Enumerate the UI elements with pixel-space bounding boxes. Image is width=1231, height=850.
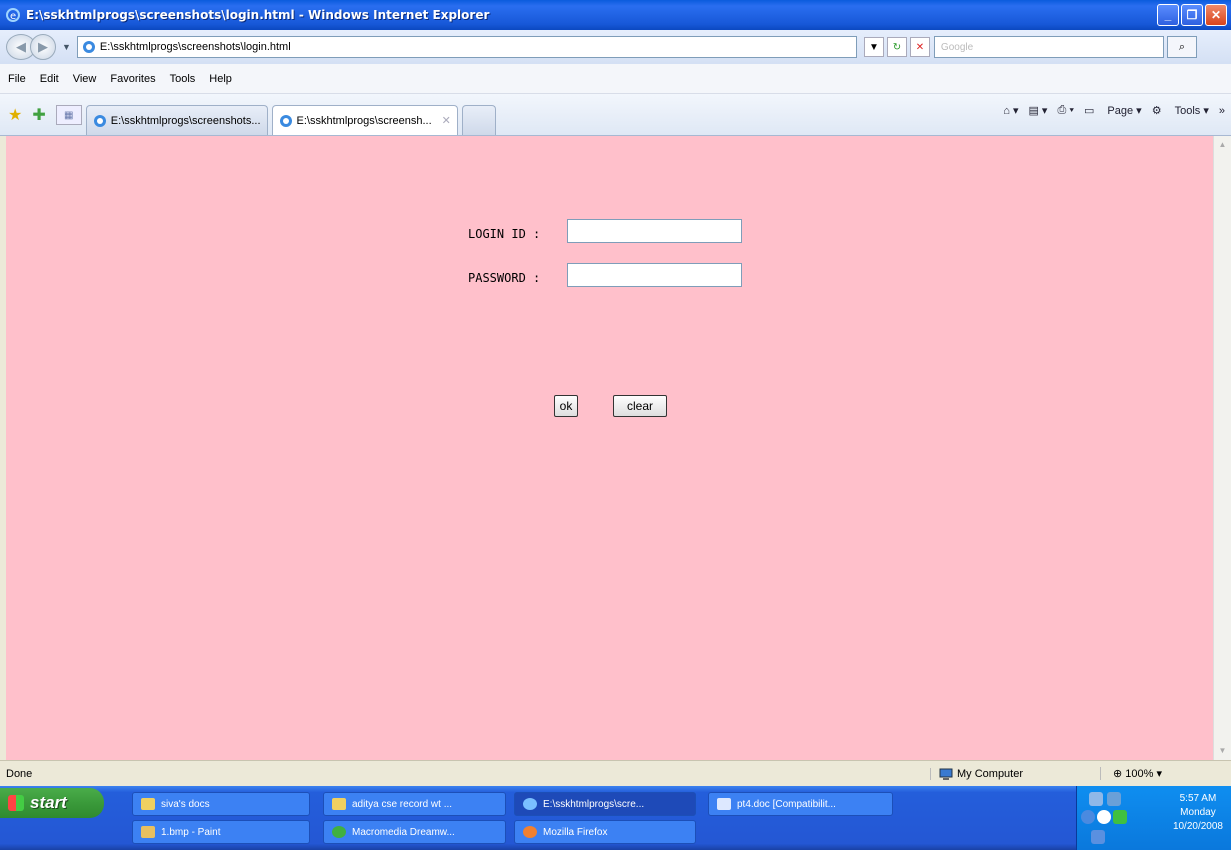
chat-icon[interactable] <box>1097 810 1111 824</box>
network-icon[interactable] <box>1089 792 1103 806</box>
address-url: E:\sskhtmlprogs\screenshots\login.html <box>99 41 291 53</box>
task-button[interactable]: siva's docs <box>132 792 310 816</box>
tab-2[interactable]: E:\sskhtmlprogs\screensh... ✕ <box>271 105 458 135</box>
zoom-level: 100% <box>1125 768 1154 780</box>
print-icon[interactable]: ⎙ ▾ <box>1057 104 1073 117</box>
vertical-scrollbar[interactable]: ▲ ▼ <box>1213 136 1231 760</box>
task-button[interactable]: 1.bmp - Paint <box>132 820 310 844</box>
menu-help[interactable]: Help <box>209 73 232 85</box>
page-icon <box>279 114 292 127</box>
page-menu-label: Page <box>1107 105 1134 117</box>
folder-icon <box>332 798 346 810</box>
word-doc-icon <box>717 798 731 810</box>
scroll-down-icon[interactable]: ▼ <box>1214 742 1231 760</box>
clock-time: 5:57 AM <box>1179 793 1217 804</box>
password-input[interactable] <box>567 263 742 287</box>
security-zone: My Computer <box>930 767 1100 780</box>
add-favorites-icon[interactable]: ✚ <box>32 105 45 125</box>
start-label: start <box>30 793 67 812</box>
ie-icon <box>523 798 537 810</box>
tab-label: E:\sskhtmlprogs\screensh... <box>296 114 432 127</box>
clock-date: 10/20/2008 <box>1172 821 1223 832</box>
folder-icon <box>141 798 155 810</box>
task-label: 1.bmp - Paint <box>161 826 221 838</box>
security-shield-icon[interactable] <box>1113 810 1127 824</box>
task-button[interactable]: Macromedia Dreamw... <box>323 820 506 844</box>
task-label: Mozilla Firefox <box>543 826 608 838</box>
stop-icon[interactable]: ✕ <box>909 37 930 57</box>
quick-tabs-icon[interactable]: ▦ <box>55 105 82 125</box>
task-label: Macromedia Dreamw... <box>352 826 455 838</box>
address-field[interactable]: E:\sskhtmlprogs\screenshots\login.html <box>76 36 857 58</box>
history-dropdown-icon[interactable]: ▼ <box>62 42 71 52</box>
zone-label: My Computer <box>957 767 1024 780</box>
page-icon <box>82 41 95 53</box>
title-bar: e E:\sskhtmlprogs\screenshots\login.html… <box>0 0 1231 30</box>
computer-icon <box>939 768 953 780</box>
scroll-up-icon[interactable]: ▲ <box>1214 136 1231 154</box>
feeds-icon[interactable]: ▤ ▾ <box>1028 104 1047 117</box>
chevron-left-icon[interactable] <box>1081 810 1095 824</box>
tools-menu[interactable]: ⚙ Tools ▾ <box>1152 104 1209 117</box>
address-toolbar: ◀ ▶ ▼ E:\sskhtmlprogs\screenshots\login.… <box>0 30 1231 64</box>
home-icon[interactable]: ⌂ ▾ <box>1003 104 1018 117</box>
forward-button[interactable]: ▶ <box>30 34 56 60</box>
address-dropdown-icon[interactable]: ▼ <box>863 37 884 57</box>
menu-tools[interactable]: Tools <box>170 73 196 85</box>
menu-favorites[interactable]: Favorites <box>110 73 155 85</box>
monitor-icon[interactable] <box>1107 792 1121 806</box>
task-button[interactable]: aditya cse record wt ... <box>323 792 506 816</box>
favorites-star-icon[interactable]: ★ <box>8 105 22 125</box>
search-icon[interactable]: ⌕ <box>1166 36 1197 58</box>
tab-1[interactable]: E:\sskhtmlprogs\screenshots... <box>85 105 268 135</box>
login-id-input[interactable] <box>567 219 742 243</box>
status-text: Done <box>6 767 33 780</box>
svg-text:e: e <box>10 11 16 22</box>
tab-bar: ★ ✚ ▦ E:\sskhtmlprogs\screenshots... E:\… <box>0 94 1231 136</box>
paint-icon <box>141 826 155 838</box>
status-bar: Done My Computer ⊕ 100% ▾ <box>0 760 1231 786</box>
tab-label: E:\sskhtmlprogs\screenshots... <box>110 114 261 127</box>
task-label: siva's docs <box>161 798 210 810</box>
firefox-icon <box>523 826 537 838</box>
new-tab-button[interactable] <box>461 105 496 135</box>
taskbar: start siva's docs aditya cse record wt .… <box>0 786 1231 850</box>
windows-flag-icon <box>8 795 24 811</box>
task-button[interactable]: pt4.doc [Compatibilit... <box>708 792 893 816</box>
task-label: pt4.doc [Compatibilit... <box>737 798 836 810</box>
ie-icon: e <box>6 8 20 22</box>
page-menu[interactable]: ▭ Page ▾ <box>1084 104 1142 117</box>
restore-button[interactable]: ❐ <box>1181 4 1203 26</box>
page-icon <box>93 114 106 127</box>
task-button[interactable]: Mozilla Firefox <box>514 820 696 844</box>
clock[interactable]: 5:57 AM Monday 10/20/2008 <box>1173 792 1223 834</box>
menu-bar: File Edit View Favorites Tools Help <box>0 64 1231 94</box>
task-button[interactable]: E:\sskhtmlprogs\scre... <box>514 792 696 816</box>
tools-menu-label: Tools <box>1174 105 1201 117</box>
search-input[interactable]: Google <box>933 36 1164 58</box>
menu-view[interactable]: View <box>73 73 97 85</box>
task-label: E:\sskhtmlprogs\scre... <box>543 798 645 810</box>
login-id-label: LOGIN ID : <box>468 227 541 241</box>
close-tab-icon[interactable]: ✕ <box>442 114 451 127</box>
speaker-icon[interactable] <box>1091 830 1105 844</box>
window-title: E:\sskhtmlprogs\screenshots\login.html -… <box>26 8 490 22</box>
dreamweaver-icon <box>332 826 346 838</box>
task-label: aditya cse record wt ... <box>352 798 453 810</box>
clear-button[interactable]: clear <box>613 395 667 417</box>
ok-button[interactable]: ok <box>554 395 578 417</box>
menu-edit[interactable]: Edit <box>40 73 59 85</box>
refresh-icon[interactable]: ↻ <box>886 37 907 57</box>
page-content: LOGIN ID : PASSWORD : ok clear <box>6 136 1213 760</box>
zoom-control[interactable]: ⊕ 100% ▾ <box>1100 767 1162 780</box>
close-button[interactable]: ✕ <box>1205 4 1227 26</box>
search-placeholder: Google <box>940 41 974 53</box>
chevron-right-icon[interactable]: » <box>1219 105 1225 117</box>
clock-day: Monday <box>1180 807 1216 818</box>
minimize-button[interactable]: _ <box>1157 4 1179 26</box>
start-button[interactable]: start <box>0 788 104 818</box>
password-label: PASSWORD : <box>468 271 541 285</box>
system-tray: 5:57 AM Monday 10/20/2008 <box>1076 786 1231 850</box>
menu-file[interactable]: File <box>8 73 26 85</box>
